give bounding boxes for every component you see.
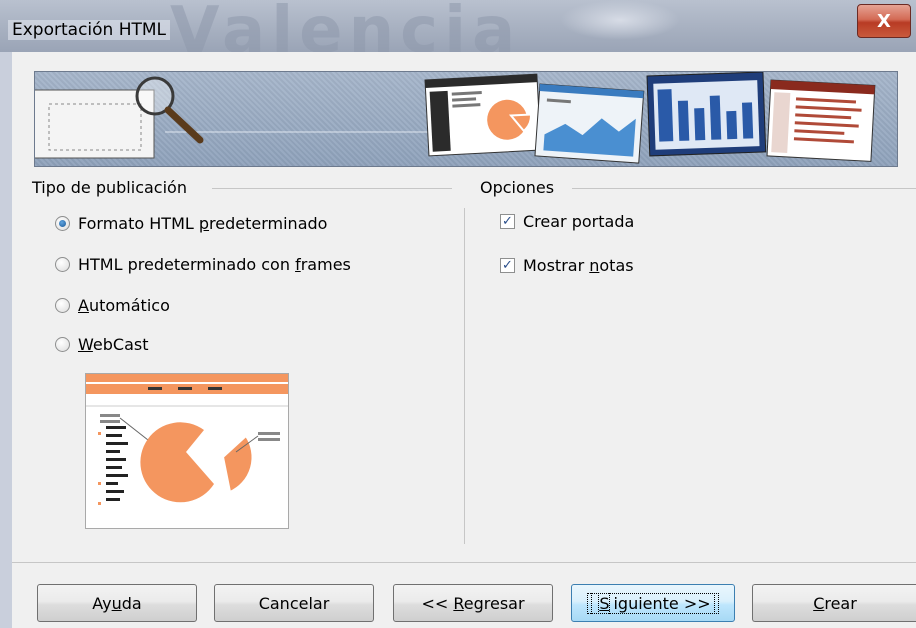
- radio-icon[interactable]: [55, 337, 70, 352]
- cancel-button-label: Cancelar: [258, 593, 330, 613]
- desktop-background-glow: [560, 0, 680, 40]
- close-icon: X: [877, 10, 891, 32]
- next-button[interactable]: Siguiente >>: [571, 584, 735, 622]
- help-button-label: Ayuda: [92, 593, 142, 613]
- radio-label: HTML predeterminado con frames: [78, 255, 351, 274]
- checkbox-create-title-page[interactable]: ✓ Crear portada: [500, 212, 634, 231]
- radio-label: Automático: [78, 296, 170, 315]
- checkbox-label: Mostrar notas: [523, 256, 634, 275]
- radio-webcast[interactable]: WebCast: [55, 335, 148, 354]
- next-button-label: Siguiente >>: [587, 592, 719, 614]
- window-title: Exportación HTML: [8, 20, 171, 40]
- banner-illustration: [35, 72, 876, 164]
- radio-selected-icon[interactable]: [55, 216, 70, 231]
- checkbox-checked-icon[interactable]: ✓: [500, 258, 515, 273]
- radio-automatic[interactable]: Automático: [55, 296, 170, 315]
- format-preview-image: [85, 373, 289, 529]
- list-slide-thumbnail: [766, 79, 876, 162]
- wizard-banner: [34, 71, 898, 167]
- radio-html-frames[interactable]: HTML predeterminado con frames: [55, 255, 351, 274]
- area-slide-thumbnail: [534, 83, 645, 164]
- pie-slide-thumbnail: [424, 73, 542, 157]
- close-button[interactable]: X: [857, 4, 911, 38]
- radio-label: WebCast: [78, 335, 149, 354]
- radio-icon[interactable]: [55, 257, 70, 272]
- create-button[interactable]: Crear: [752, 584, 916, 622]
- publication-type-heading: Tipo de publicación: [32, 178, 193, 197]
- options-heading: Opciones: [480, 178, 561, 197]
- back-button[interactable]: << Regresar: [393, 584, 553, 622]
- checkbox-show-notes[interactable]: ✓ Mostrar notas: [500, 256, 634, 275]
- pie-chart-icon: [86, 374, 288, 505]
- bar-slide-thumbnail: [646, 72, 767, 157]
- cancel-button[interactable]: Cancelar: [214, 584, 374, 622]
- desktop-background-text: Valencia: [170, 0, 522, 52]
- create-button-label: Crear: [813, 593, 857, 613]
- checkbox-label: Crear portada: [523, 212, 635, 231]
- radio-icon[interactable]: [55, 298, 70, 313]
- radio-label: Formato HTML predeterminado: [78, 214, 328, 233]
- group-divider: [464, 208, 465, 544]
- dialog-body: Tipo de publicación Formato HTML predete…: [12, 52, 916, 628]
- help-button[interactable]: Ayuda: [37, 584, 197, 622]
- radio-standard-html[interactable]: Formato HTML predeterminado: [55, 214, 327, 233]
- title-bar: Valencia Exportación HTML X: [0, 0, 916, 52]
- publication-type-separator: [212, 188, 452, 189]
- options-separator: [572, 188, 916, 189]
- back-button-label: << Regresar: [421, 593, 525, 613]
- button-bar-separator: [12, 562, 916, 563]
- checkbox-checked-icon[interactable]: ✓: [500, 214, 515, 229]
